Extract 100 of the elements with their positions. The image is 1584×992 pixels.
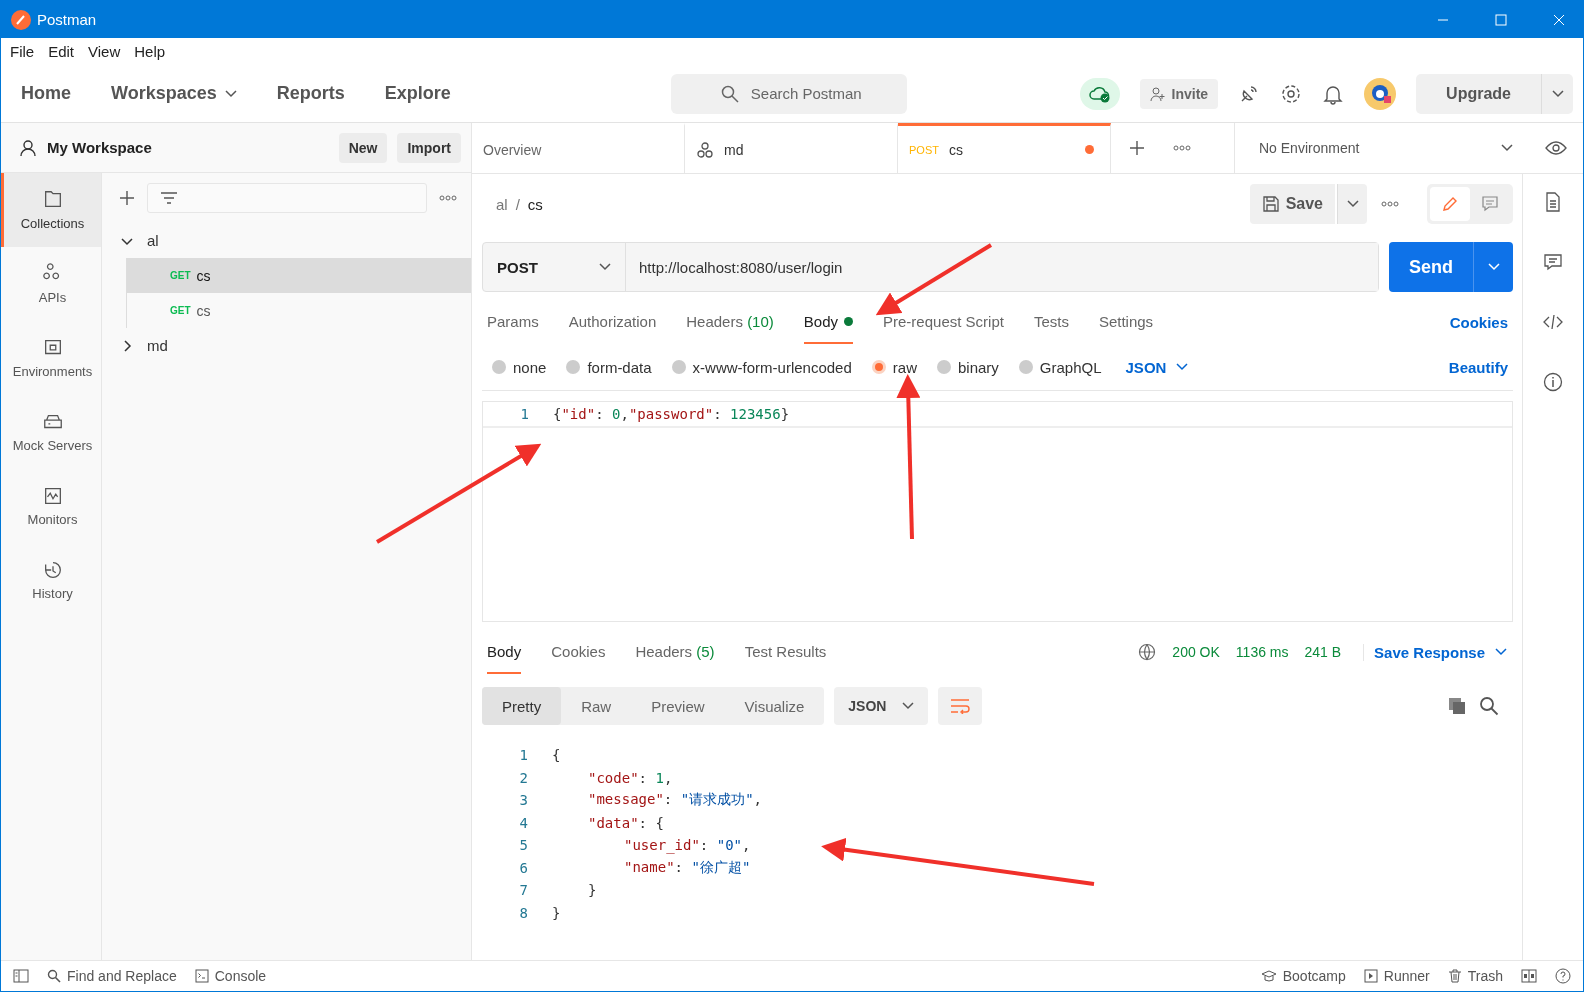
request-section-tab[interactable]: Pre-request Script: [883, 300, 1004, 344]
nav-link[interactable]: Home: [21, 83, 71, 104]
request-section-tab[interactable]: Authorization: [568, 300, 657, 344]
sync-status-icon[interactable]: [1079, 77, 1120, 110]
user-icon: [19, 138, 37, 157]
add-icon[interactable]: [119, 190, 135, 206]
sidebar-toggle-icon[interactable]: [13, 969, 29, 983]
settings-icon[interactable]: [1280, 82, 1303, 105]
menu-item[interactable]: File: [10, 43, 35, 60]
filter-field[interactable]: [147, 183, 427, 213]
sidebar-nav-item[interactable]: Monitors: [1, 469, 101, 543]
request-section-tab[interactable]: Params: [487, 300, 539, 344]
save-dropdown-button[interactable]: [1337, 184, 1367, 224]
body-type-radio[interactable]: GraphQL: [1018, 358, 1102, 376]
response-section-tab[interactable]: Cookies: [551, 630, 606, 674]
two-pane-icon[interactable]: [1521, 969, 1537, 983]
status-bar-item[interactable]: Trash: [1447, 968, 1503, 984]
response-format-dropdown[interactable]: JSON: [834, 687, 929, 725]
chevron-down-icon: [1551, 89, 1564, 98]
edit-mode-button[interactable]: [1430, 187, 1470, 221]
request-section-tab[interactable]: Tests: [1033, 300, 1069, 344]
chevron-down-icon: [1495, 648, 1507, 656]
code-icon[interactable]: [1543, 312, 1563, 332]
request-section-tab[interactable]: Headers (10): [686, 300, 774, 344]
request-tab[interactable]: Overview: [472, 123, 685, 173]
status-bar-item[interactable]: Console: [194, 968, 267, 984]
avatar-icon[interactable]: [1364, 77, 1397, 110]
save-response-dropdown[interactable]: Save Response: [1363, 643, 1507, 661]
import-button[interactable]: Import: [397, 132, 461, 163]
chevron-down-icon: [1176, 363, 1189, 371]
view-mode-tab[interactable]: Visualize: [724, 687, 825, 725]
search-field[interactable]: Search Postman: [670, 73, 907, 114]
response-section-tab[interactable]: Body: [487, 630, 522, 674]
status-bar-item[interactable]: Find and Replace: [47, 968, 177, 984]
code-line: 6 "name": "徐广超": [518, 857, 751, 878]
status-bar-item[interactable]: Runner: [1363, 968, 1430, 984]
request-body-editor[interactable]: 1 {"id": 0,"password": 123456}: [482, 401, 1513, 622]
response-section-tab[interactable]: Headers (5): [635, 630, 715, 674]
sidebar-nav-item[interactable]: History: [1, 543, 101, 617]
chevron-down-icon: [1501, 144, 1513, 152]
nav-link[interactable]: Workspaces: [111, 83, 237, 104]
new-button[interactable]: New: [338, 132, 388, 163]
request-item[interactable]: GET cs: [126, 293, 471, 328]
menu-item[interactable]: Help: [134, 43, 166, 60]
window-title: Postman: [37, 11, 97, 28]
cookies-link[interactable]: Cookies: [1449, 313, 1508, 331]
help-icon[interactable]: [1555, 968, 1571, 984]
menu-item[interactable]: Edit: [48, 43, 75, 60]
more-options-icon[interactable]: [439, 195, 457, 201]
chevron-down-icon: [902, 702, 915, 710]
sidebar-nav-item[interactable]: APIs: [1, 247, 101, 321]
sidebar-nav-item[interactable]: Environments: [1, 321, 101, 395]
comment-icon[interactable]: [1543, 252, 1563, 272]
more-options-icon[interactable]: [1173, 145, 1191, 151]
sidebar-nav-item[interactable]: Collections: [1, 173, 101, 247]
status-bar-item[interactable]: Bootcamp: [1260, 968, 1346, 984]
view-mode-tab[interactable]: Pretty: [482, 687, 562, 725]
copy-icon[interactable]: [1447, 696, 1467, 716]
beautify-link[interactable]: Beautify: [1448, 358, 1508, 376]
search-icon[interactable]: [1479, 696, 1499, 716]
collection-item[interactable]: md: [102, 328, 471, 363]
maximize-icon[interactable]: [1495, 13, 1507, 26]
eye-icon[interactable]: [1545, 141, 1567, 155]
menu-item[interactable]: View: [88, 43, 121, 60]
body-type-radio[interactable]: binary: [936, 358, 999, 376]
environment-dropdown[interactable]: No Environment: [1235, 123, 1535, 173]
request-section-tab[interactable]: Settings: [1098, 300, 1154, 344]
breadcrumb-item[interactable]: al: [496, 195, 508, 213]
nav-link[interactable]: Explore: [384, 83, 451, 104]
view-mode-tab[interactable]: Raw: [561, 687, 632, 725]
postman-logo-icon: [11, 9, 31, 30]
search-input[interactable]: Search Postman: [748, 84, 903, 103]
body-type-radio[interactable]: x-www-form-urlencoded: [671, 358, 852, 376]
body-type-radio[interactable]: none: [492, 358, 547, 376]
nav-link[interactable]: Reports: [276, 83, 345, 104]
code-line: 1 {"id": 0,"password": 123456}: [519, 405, 790, 425]
body-type-radio[interactable]: form-data: [566, 358, 652, 376]
info-icon[interactable]: [1543, 372, 1563, 392]
url-input[interactable]: http://localhost:8080/user/login: [639, 254, 1370, 280]
format-dropdown[interactable]: JSON: [1125, 358, 1189, 376]
document-icon[interactable]: [1543, 192, 1563, 212]
wrap-lines-button[interactable]: [938, 687, 983, 725]
response-section-tab[interactable]: Test Results: [744, 630, 827, 674]
sidebar-nav-item[interactable]: Mock Servers: [1, 395, 101, 469]
status-code: 200 OK: [1172, 644, 1220, 660]
add-tab-icon[interactable]: [1129, 140, 1145, 156]
more-options-icon[interactable]: [1381, 201, 1399, 207]
breadcrumb-item[interactable]: cs: [527, 195, 543, 213]
add-user-icon: [1149, 85, 1166, 102]
body-type-radio[interactable]: raw: [871, 358, 917, 376]
save-icon: [1261, 195, 1280, 213]
save-button[interactable]: Save: [1249, 184, 1335, 224]
request-item[interactable]: GET cs: [126, 258, 471, 293]
close-icon[interactable]: [1553, 13, 1565, 26]
collection-item[interactable]: al: [102, 223, 471, 258]
request-tab[interactable]: POST cs: [898, 123, 1111, 173]
chevron-down-icon: [224, 89, 237, 98]
request-section-tab[interactable]: Body: [803, 300, 853, 344]
view-mode-tab[interactable]: Preview: [631, 687, 725, 725]
invite-button[interactable]: Invite: [1139, 78, 1219, 109]
